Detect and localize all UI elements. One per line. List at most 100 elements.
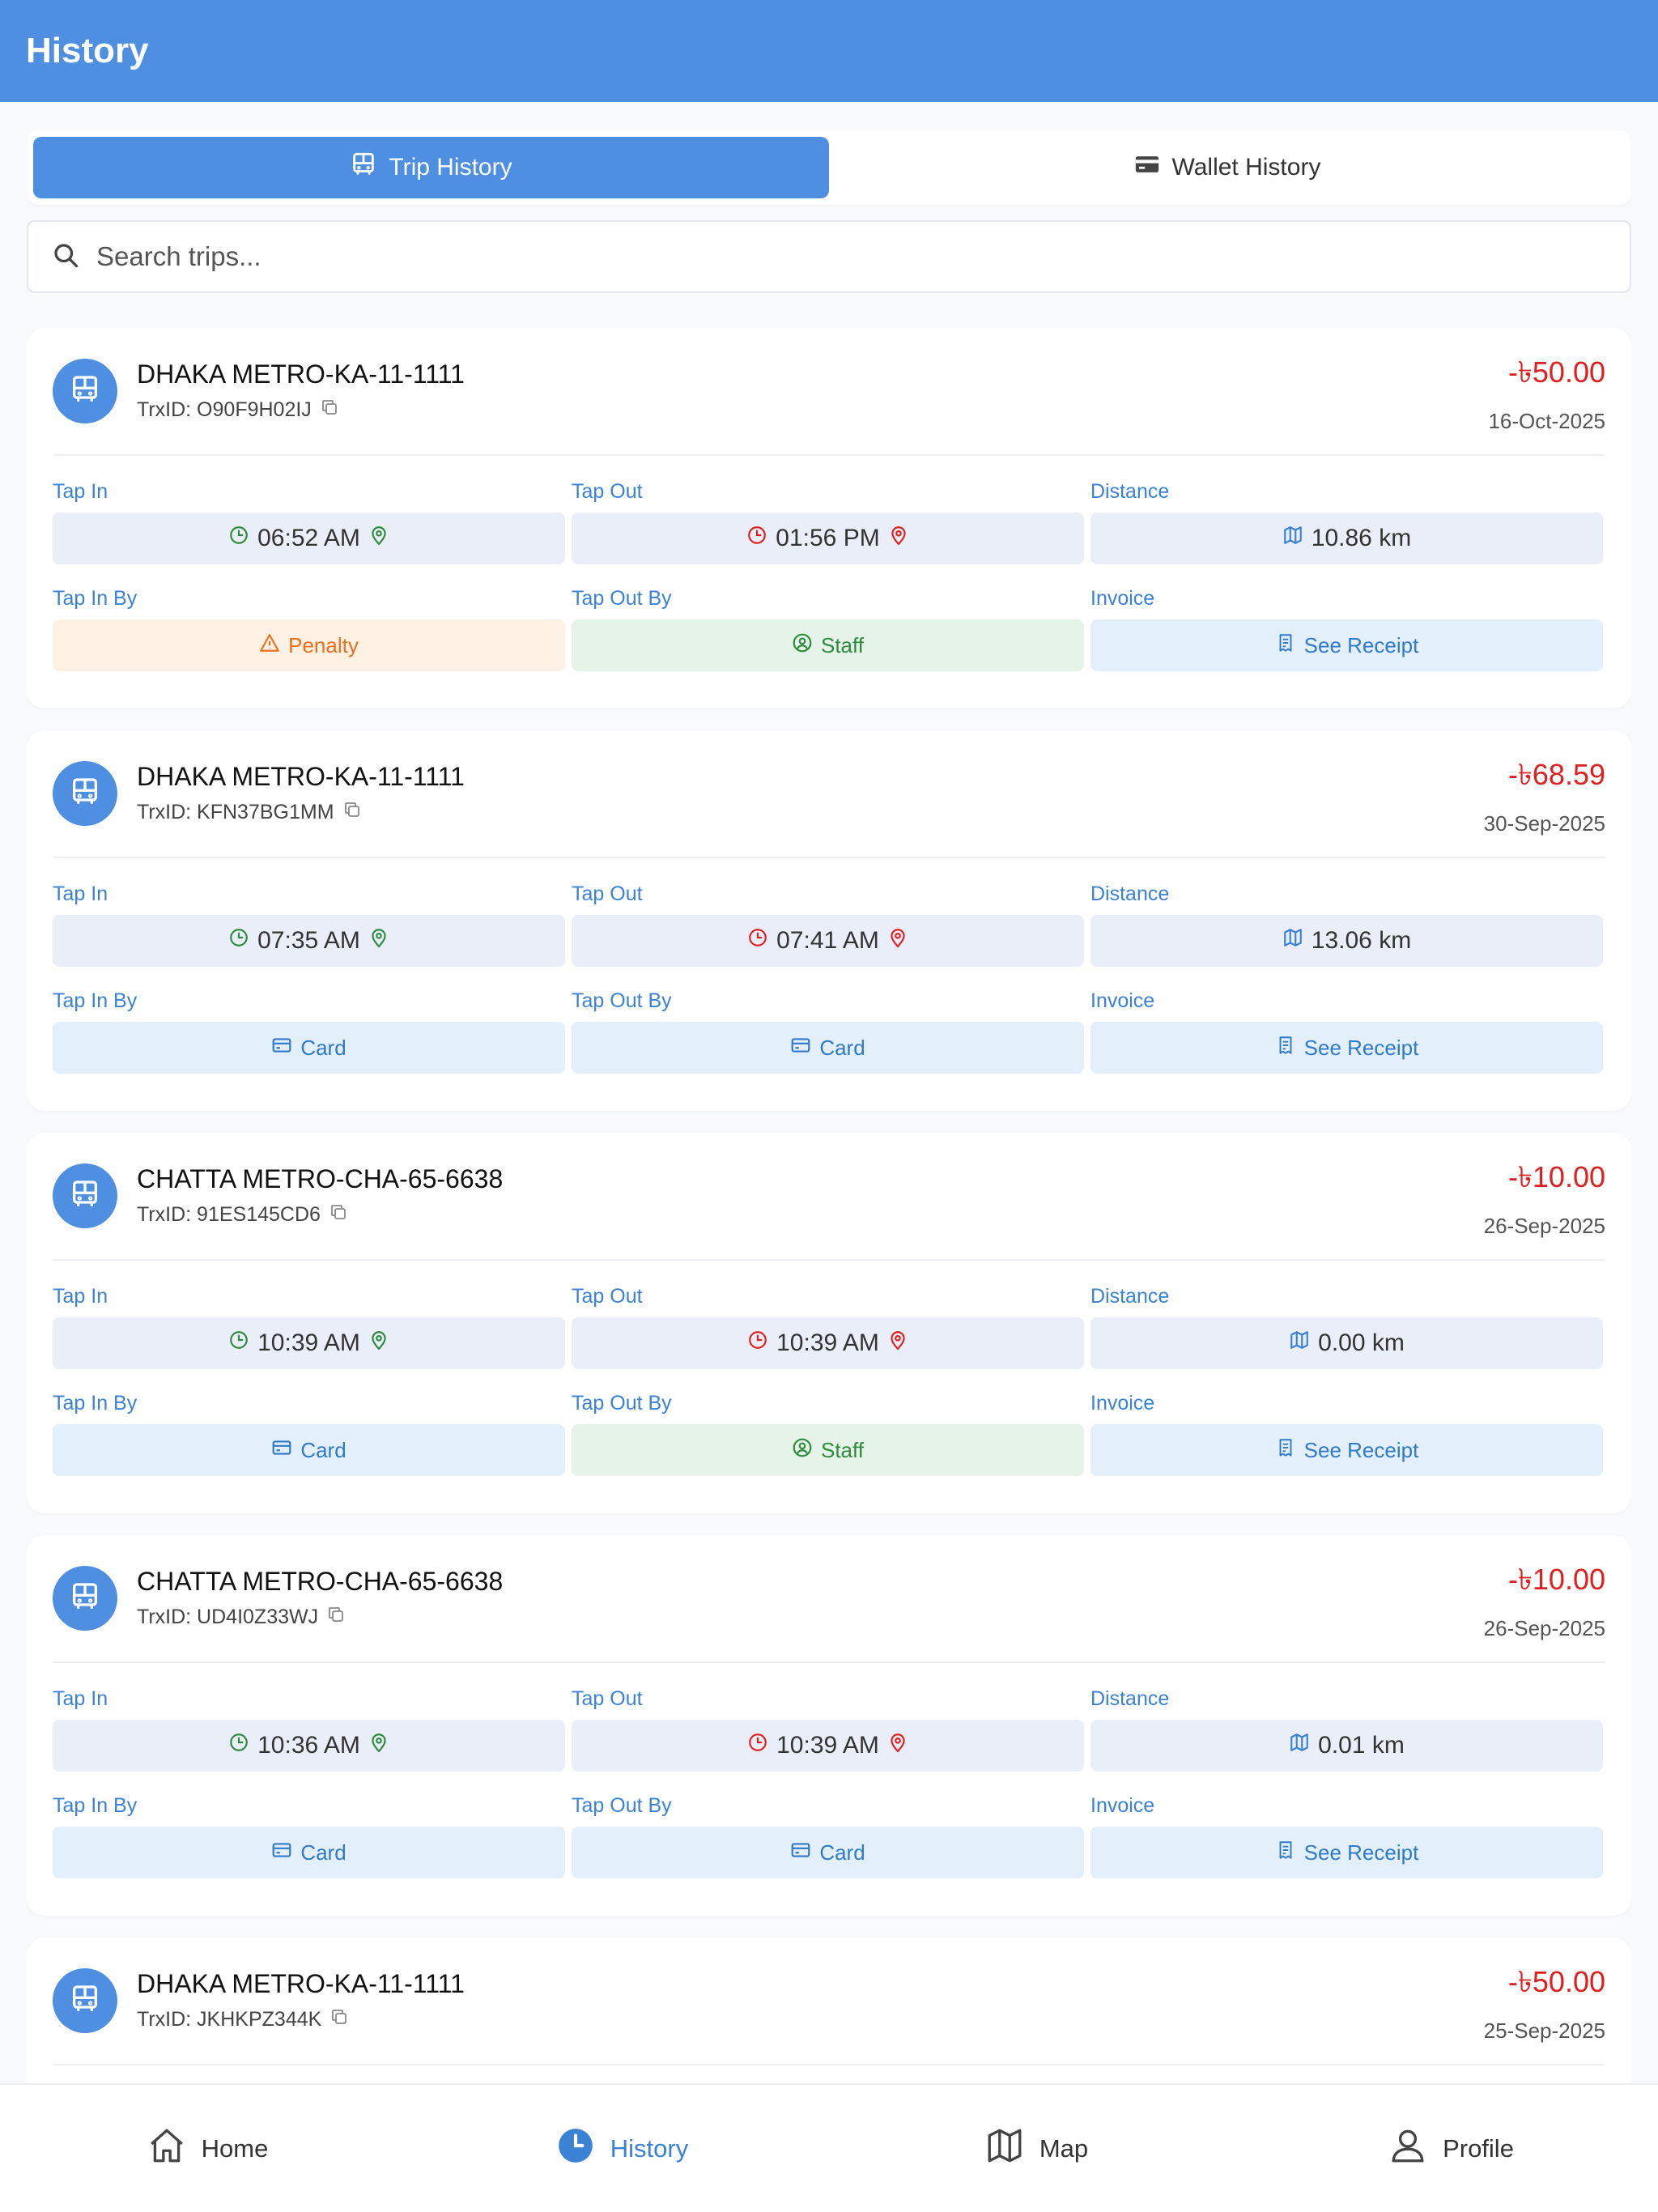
see-receipt-button[interactable]: See Receipt bbox=[1090, 1424, 1603, 1476]
tap-out-time[interactable]: 10:39 AM bbox=[572, 1720, 1084, 1772]
trip-card-header: CHATTA METRO-CHA-65-6638 TrxID: 91ES145C… bbox=[53, 1133, 1605, 1261]
tap-in-time-value: 10:36 AM bbox=[257, 1732, 360, 1759]
see-receipt-button[interactable]: See Receipt bbox=[1090, 1022, 1603, 1074]
trip-card[interactable]: DHAKA METRO-KA-11-1111 TrxID: KFN37BG1MM… bbox=[27, 730, 1631, 1111]
copy-icon[interactable] bbox=[329, 1202, 348, 1227]
copy-icon[interactable] bbox=[326, 1605, 346, 1630]
distance-badge: 0.00 km bbox=[1090, 1317, 1603, 1369]
trip-card[interactable]: DHAKA METRO-KA-11-1111 TrxID: JKHKPZ344K… bbox=[27, 1938, 1631, 2083]
search-input[interactable] bbox=[96, 241, 1554, 272]
vehicle-avatar bbox=[53, 761, 117, 826]
vehicle-name: DHAKA METRO-KA-11-1111 bbox=[137, 1969, 465, 1998]
transaction-id: TrxID: O90F9H02IJ bbox=[137, 398, 465, 423]
tab-trip-history[interactable]: Trip History bbox=[33, 137, 829, 198]
map-icon bbox=[1282, 525, 1303, 552]
staff-icon bbox=[792, 632, 813, 659]
trip-title-block: CHATTA METRO-CHA-65-6638 TrxID: UD4I0Z33… bbox=[137, 1567, 503, 1630]
tap-out-time[interactable]: 01:56 PM bbox=[572, 513, 1084, 564]
map-icon bbox=[984, 2125, 1025, 2172]
tap-in-by-label: Tap In By bbox=[53, 587, 138, 610]
location-pin-icon bbox=[888, 525, 909, 552]
nav-label: Home bbox=[201, 2133, 269, 2163]
card-icon bbox=[271, 1840, 292, 1866]
tap-in-cell: Tap In 10:39 AM Tap In By Card bbox=[53, 1283, 565, 1497]
clock-icon bbox=[228, 927, 249, 955]
invoice-label: Invoice bbox=[1090, 1794, 1155, 1817]
app-header: History bbox=[0, 0, 1658, 102]
copy-icon[interactable] bbox=[320, 398, 339, 423]
tap-in-time-value: 07:35 AM bbox=[257, 927, 360, 954]
distance-value: 0.01 km bbox=[1318, 1732, 1405, 1759]
bus-icon bbox=[69, 1178, 101, 1214]
see-receipt-label: See Receipt bbox=[1303, 1035, 1419, 1060]
search-icon bbox=[51, 240, 96, 274]
vehicle-name: DHAKA METRO-KA-11-1111 bbox=[137, 359, 465, 389]
tap-in-by-value: Card bbox=[300, 1035, 346, 1060]
clock-icon bbox=[228, 525, 249, 552]
trip-amount-block: -৳50.00 25-Sep-2025 bbox=[1484, 1938, 1605, 2065]
tab-label: Trip History bbox=[389, 154, 512, 181]
trip-details: Tap In 06:52 AM Tap In By Penalty Tap Ou… bbox=[53, 456, 1605, 692]
tap-in-time[interactable]: 10:39 AM bbox=[53, 1317, 565, 1369]
trip-card[interactable]: DHAKA METRO-KA-11-1111 TrxID: O90F9H02IJ… bbox=[27, 328, 1631, 708]
tap-out-by-label: Tap Out By bbox=[572, 587, 672, 610]
copy-icon[interactable] bbox=[342, 800, 362, 825]
see-receipt-button[interactable]: See Receipt bbox=[1090, 1827, 1603, 1878]
tab-wallet-history[interactable]: Wallet History bbox=[829, 137, 1625, 198]
tap-in-by-badge: Card bbox=[53, 1424, 565, 1476]
clock-icon bbox=[228, 1732, 249, 1759]
tap-out-label: Tap Out bbox=[572, 1687, 643, 1710]
see-receipt-label: See Receipt bbox=[1303, 1840, 1419, 1865]
distance-badge: 0.01 km bbox=[1090, 1720, 1603, 1772]
tap-out-time-value: 01:56 PM bbox=[776, 525, 880, 551]
tap-out-time[interactable]: 07:41 AM bbox=[572, 915, 1084, 967]
map-icon bbox=[1289, 1732, 1310, 1759]
bus-icon bbox=[69, 373, 101, 410]
warning-icon bbox=[259, 632, 280, 659]
tap-out-by-badge: Card bbox=[572, 1022, 1084, 1074]
tap-in-cell: Tap In 07:35 AM Tap In By Card bbox=[53, 881, 565, 1095]
copy-icon[interactable] bbox=[329, 2007, 349, 2032]
nav-map[interactable]: Map bbox=[829, 2085, 1244, 2212]
tap-in-time[interactable]: 06:52 AM bbox=[53, 513, 565, 564]
tap-in-by-value: Card bbox=[300, 1840, 346, 1865]
trip-list[interactable]: DHAKA METRO-KA-11-1111 TrxID: O90F9H02IJ… bbox=[27, 328, 1631, 2083]
user-icon bbox=[1388, 2125, 1428, 2172]
nav-history[interactable]: History bbox=[414, 2085, 829, 2212]
transaction-id-text: TrxID: JKHKPZ344K bbox=[137, 2008, 322, 2031]
nav-label: History bbox=[610, 2133, 689, 2163]
tap-out-by-value: Staff bbox=[820, 632, 864, 657]
trip-card[interactable]: CHATTA METRO-CHA-65-6638 TrxID: UD4I0Z33… bbox=[27, 1535, 1631, 1916]
tap-out-by-badge: Card bbox=[572, 1827, 1084, 1878]
vehicle-avatar bbox=[53, 359, 117, 423]
vehicle-avatar bbox=[53, 1163, 117, 1228]
trip-date: 30-Sep-2025 bbox=[1483, 810, 1605, 836]
transaction-id: TrxID: KFN37BG1MM bbox=[137, 800, 465, 825]
trip-amount-block: -৳50.00 16-Oct-2025 bbox=[1488, 328, 1605, 456]
tap-in-by-badge: Penalty bbox=[53, 619, 565, 671]
invoice-label: Invoice bbox=[1090, 587, 1155, 610]
tap-in-by-label: Tap In By bbox=[53, 1794, 138, 1817]
trip-title-block: CHATTA METRO-CHA-65-6638 TrxID: 91ES145C… bbox=[137, 1164, 503, 1227]
tap-in-time[interactable]: 07:35 AM bbox=[53, 915, 565, 967]
tap-in-time[interactable]: 10:36 AM bbox=[53, 1720, 565, 1772]
trip-card[interactable]: CHATTA METRO-CHA-65-6638 TrxID: 91ES145C… bbox=[27, 1133, 1631, 1513]
home-icon bbox=[147, 2125, 187, 2172]
fare-amount: -৳10.00 bbox=[1507, 1562, 1605, 1596]
location-pin-icon bbox=[887, 1732, 908, 1759]
distance-label: Distance bbox=[1090, 1285, 1170, 1308]
trip-amount-block: -৳68.59 30-Sep-2025 bbox=[1484, 730, 1605, 858]
tap-out-time[interactable]: 10:39 AM bbox=[572, 1317, 1084, 1369]
trip-title-block: DHAKA METRO-KA-11-1111 TrxID: JKHKPZ344K bbox=[137, 1969, 465, 2032]
card-icon bbox=[271, 1035, 292, 1061]
transaction-id-text: TrxID: 91ES145CD6 bbox=[137, 1203, 321, 1226]
location-pin-icon bbox=[368, 1329, 389, 1357]
distance-badge: 13.06 km bbox=[1090, 915, 1603, 967]
see-receipt-button[interactable]: See Receipt bbox=[1090, 619, 1603, 671]
nav-home[interactable]: Home bbox=[0, 2085, 414, 2212]
trip-date: 26-Sep-2025 bbox=[1483, 1213, 1605, 1238]
tap-in-time-value: 06:52 AM bbox=[257, 525, 360, 551]
card-icon bbox=[790, 1035, 811, 1061]
transaction-id: TrxID: 91ES145CD6 bbox=[137, 1202, 503, 1227]
nav-profile[interactable]: Profile bbox=[1244, 2085, 1658, 2212]
